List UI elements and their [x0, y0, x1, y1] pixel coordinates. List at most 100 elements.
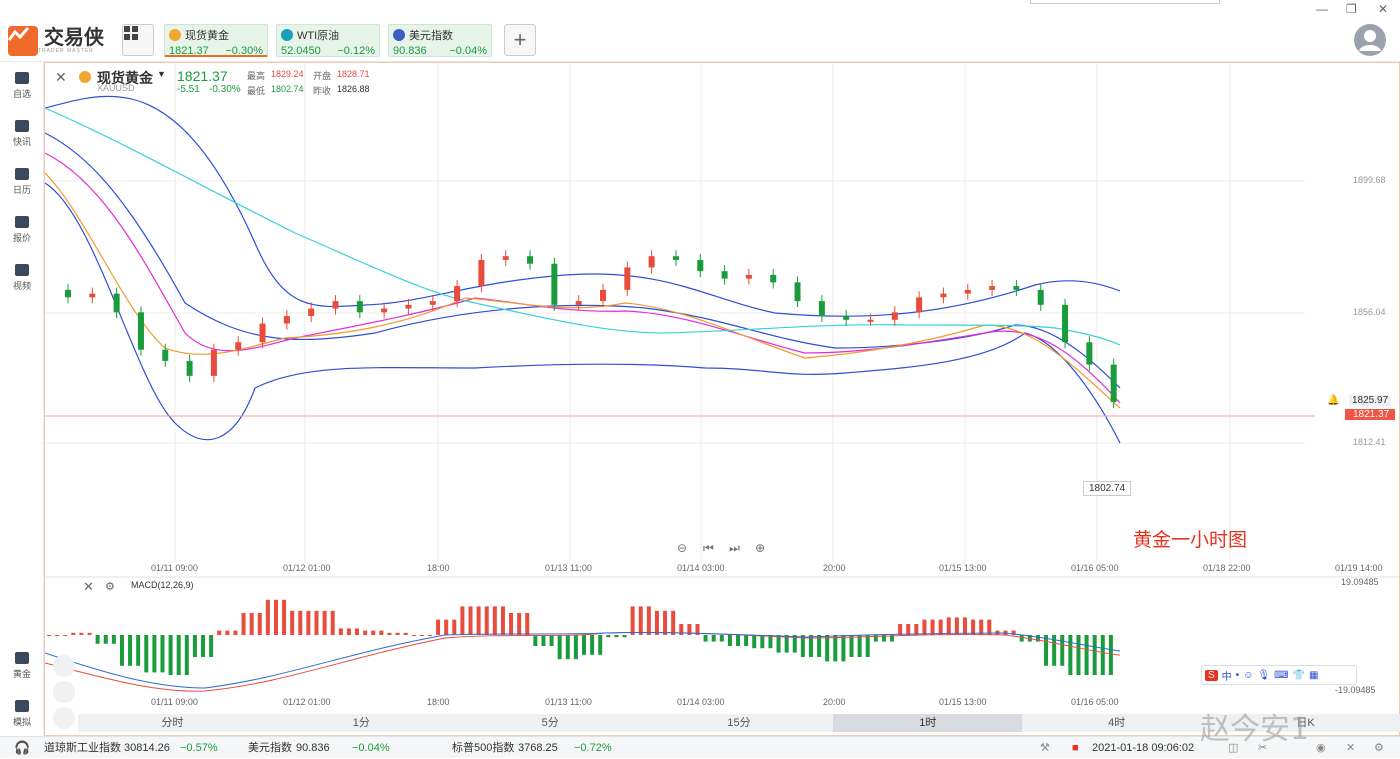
sidebar-item-quotes[interactable]: 报价 — [0, 216, 44, 244]
mute-icon[interactable]: ✕ — [1346, 737, 1355, 759]
minimize-icon[interactable]: — — [1316, 2, 1328, 16]
candle-body — [478, 259, 485, 287]
macd-bar — [922, 619, 927, 635]
period-tab-active[interactable]: 1时 — [833, 714, 1023, 732]
period-tab[interactable]: 4时 — [1022, 714, 1211, 732]
macd-bar — [492, 606, 497, 635]
macd-bar — [330, 610, 335, 635]
ticker-price: 90.836 — [393, 45, 427, 57]
sidebar-item-news[interactable]: 快讯 — [0, 120, 44, 148]
user-avatar[interactable] — [1354, 24, 1386, 56]
candle-body — [502, 256, 509, 260]
sidebar-item-simulate[interactable]: 模拟 — [0, 700, 44, 728]
ime-emoji-icon[interactable]: ☺ — [1243, 670, 1253, 681]
chart-close-icon[interactable]: ✕ — [55, 69, 67, 86]
macd-bar — [533, 635, 538, 646]
prev-close-label: 昨收 — [313, 86, 332, 96]
candle-body — [332, 301, 339, 309]
status-index-name[interactable]: 标普500指数 — [452, 737, 514, 759]
macd-bar — [468, 606, 473, 635]
chart-panel[interactable]: ✕ 现货黄金 ▼ XAUUSD 1821.37 -5.51 -0.30% 最高 … — [44, 62, 1400, 736]
search-dropdown[interactable] — [1030, 0, 1220, 4]
zoom-out-icon[interactable]: ⊖ — [677, 541, 687, 555]
candle-body — [964, 289, 971, 294]
status-datetime: 2021-01-18 09:06:02 — [1092, 742, 1195, 754]
time-axis-tick: 01/19 14:00 — [1335, 563, 1383, 573]
ime-menu-icon[interactable]: ▦ — [1309, 670, 1318, 681]
macd-bar — [865, 635, 870, 657]
step-back-icon[interactable]: ⏮ — [703, 541, 714, 556]
sidebar-item-video[interactable]: 视频 — [0, 264, 44, 292]
restore-icon[interactable]: ❐ — [1346, 2, 1357, 16]
macd-close-icon[interactable]: ✕ — [83, 579, 94, 595]
candle-body — [113, 293, 120, 313]
status-index-value: 90.836 — [296, 742, 330, 754]
candle-body — [940, 293, 947, 298]
period-tab[interactable]: 1分 — [267, 714, 456, 732]
macd-bar — [476, 606, 481, 635]
draw-line-tool-icon[interactable] — [53, 681, 75, 703]
indicator-tool-icon[interactable] — [53, 707, 75, 729]
candle-body — [989, 286, 996, 290]
video-icon — [15, 264, 29, 276]
macd-settings-icon[interactable]: ⚙ — [105, 580, 115, 593]
ime-punct-icon[interactable]: • — [1236, 670, 1240, 681]
settings-tool-icon[interactable]: ⚒ — [1040, 737, 1050, 759]
macd-bar — [484, 606, 489, 635]
period-tab[interactable]: 15分 — [645, 714, 834, 732]
macd-bar — [703, 635, 708, 642]
grid-layout-button[interactable] — [122, 24, 154, 56]
zoom-in-icon[interactable]: ⊕ — [755, 541, 765, 555]
ticker-tab-oil[interactable]: WTI原油 52.0450 −0.12% — [276, 24, 380, 57]
sidebar-item-gold[interactable]: 黄金 — [0, 652, 44, 680]
price-chart[interactable] — [45, 63, 1399, 713]
macd-bar — [1076, 635, 1081, 675]
period-tab[interactable]: 5分 — [456, 714, 645, 732]
macd-bar — [744, 635, 749, 646]
time-axis-tick: 01/12 01:00 — [283, 563, 331, 573]
step-forward-icon[interactable]: ⏭ — [729, 541, 740, 556]
ime-keyboard-icon[interactable]: ⌨ — [1274, 670, 1288, 681]
symbol-code: XAUUSD — [97, 83, 135, 93]
ime-toolbar[interactable]: S 中 • ☺ 🎙 ⌨ 👕 ▦ — [1201, 665, 1357, 685]
sidebar-item-calendar[interactable]: 日历 — [0, 168, 44, 196]
ime-chinese-icon[interactable]: 中 — [1222, 668, 1232, 683]
sogou-icon[interactable]: S — [1205, 669, 1218, 681]
close-icon[interactable]: ✕ — [1378, 2, 1388, 16]
period-tab[interactable]: 分时 — [78, 714, 267, 732]
ticker-tab-usd-index[interactable]: 美元指数 90.836 −0.04% — [388, 24, 492, 57]
macd-bar — [525, 613, 530, 635]
candle-body — [624, 267, 631, 290]
macd-bar — [444, 619, 449, 635]
logo-text: 交易侠 — [44, 27, 104, 49]
ime-skin-icon[interactable]: 👕 — [1293, 670, 1305, 681]
us-flag-icon — [393, 29, 405, 41]
sidebar-item-watchlist[interactable]: 自选 — [0, 72, 44, 100]
ime-mic-icon[interactable]: 🎙 — [1257, 670, 1270, 681]
chart-type-tool-icon[interactable] — [53, 655, 75, 677]
status-index-name[interactable]: 道琼斯工业指数 — [44, 737, 121, 759]
add-ticker-button[interactable]: + — [504, 24, 536, 56]
candle-body — [405, 304, 412, 309]
bell-icon[interactable]: 🔔 — [1327, 395, 1339, 406]
price-axis-tick: 1899.68 — [1353, 175, 1386, 185]
ticker-tab-gold[interactable]: 现货黄金 1821.37 −0.30% — [164, 24, 268, 57]
candle-body — [162, 349, 169, 361]
ticker-change: −0.12% — [337, 45, 375, 57]
candle-body — [283, 316, 290, 324]
gear-icon[interactable]: ⚙ — [1374, 737, 1384, 759]
macd-bar — [217, 630, 222, 635]
status-index-name[interactable]: 美元指数 — [248, 737, 292, 759]
macd-bar — [663, 610, 668, 635]
macd-bar — [192, 635, 197, 657]
macd-bar — [436, 619, 441, 635]
camera-icon[interactable]: ◉ — [1316, 737, 1326, 759]
candle-body — [210, 349, 217, 376]
macd-bar — [322, 610, 327, 635]
macd-bar — [719, 635, 724, 642]
chevron-down-icon[interactable]: ▼ — [157, 69, 166, 79]
macd-bar — [509, 613, 514, 635]
headset-icon[interactable]: 🎧 — [14, 737, 30, 759]
macd-bar — [752, 635, 757, 649]
macd-bar — [582, 635, 586, 655]
